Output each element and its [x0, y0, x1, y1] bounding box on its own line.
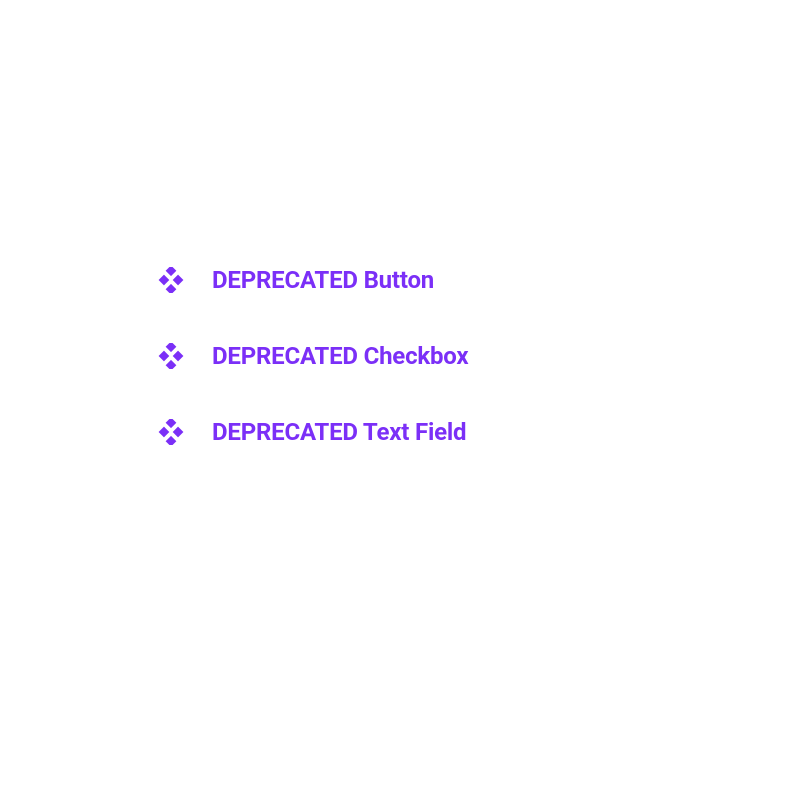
component-icon — [158, 343, 184, 369]
component-list: DEPRECATED Button DEPRECATED Checkbox DE… — [158, 266, 468, 446]
component-item-text-field[interactable]: DEPRECATED Text Field — [158, 418, 468, 446]
component-icon — [158, 419, 184, 445]
component-item-checkbox[interactable]: DEPRECATED Checkbox — [158, 342, 468, 370]
component-label: DEPRECATED Button — [212, 266, 434, 294]
component-label: DEPRECATED Checkbox — [212, 342, 468, 370]
component-icon — [158, 267, 184, 293]
component-item-button[interactable]: DEPRECATED Button — [158, 266, 468, 294]
component-label: DEPRECATED Text Field — [212, 418, 466, 446]
